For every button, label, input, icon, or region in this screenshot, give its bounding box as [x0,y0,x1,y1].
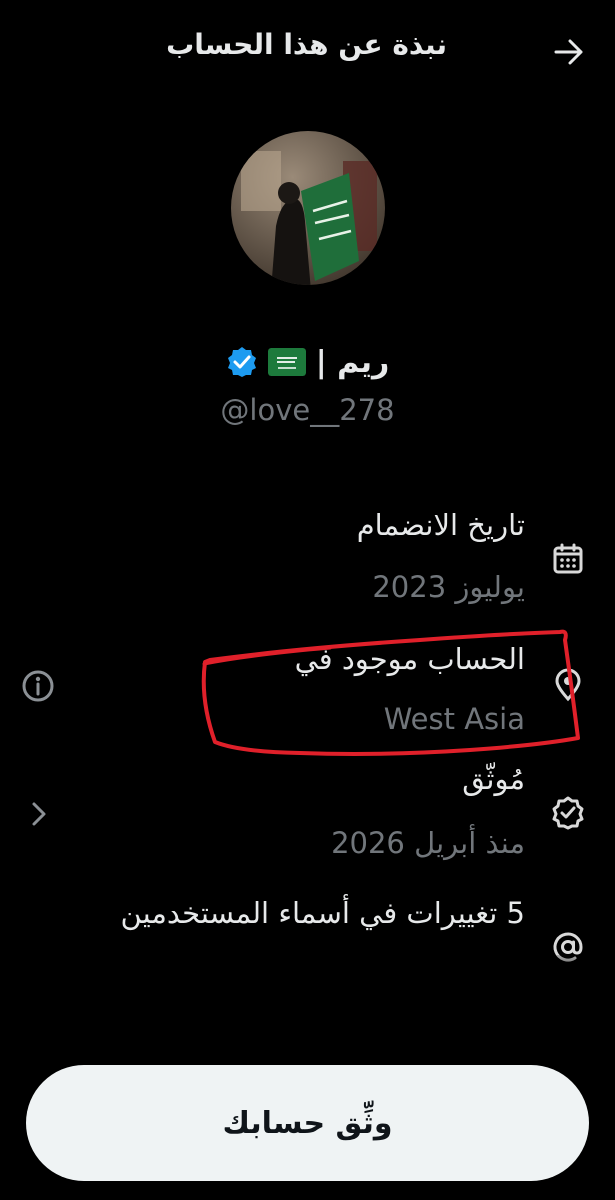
verified-since-value: منذ أبريل 2026 [331,826,525,860]
verified-check-icon [552,796,584,830]
verified-badge-icon [227,347,256,377]
arrow-right-icon [554,39,583,65]
display-name: ريم | [315,344,390,380]
verified-label: مُوثّق [462,762,525,796]
calendar-icon [553,543,583,574]
avatar[interactable] [231,131,385,285]
page-title: نبذة عن هذا الحساب [166,28,447,61]
verified-section[interactable]: مُوثّق منذ أبريل 2026 [0,760,615,880]
verify-account-button[interactable]: وثِّق حسابك [26,1065,589,1181]
scroll-fade [0,955,615,1015]
username-handle: @love__278 [220,393,395,427]
location-pin-icon [555,668,581,702]
profile-name-row: ريم | [0,340,615,384]
saudi-flag-icon [267,348,306,376]
chevron-left-icon[interactable] [20,796,56,832]
account-location-value: West Asia [383,702,525,736]
joined-date-section: تاريخ الانضمام يوليوز 2023 [0,500,615,620]
back-button[interactable] [549,34,589,70]
joined-date-value: يوليوز 2023 [372,570,525,604]
username-changes-label: 5 تغييرات في أسماء المستخدمين [120,896,525,930]
avatar-photo [231,131,385,285]
info-icon[interactable] [20,668,56,704]
account-location-label: الحساب موجود في [294,642,525,676]
account-location-section: الحساب موجود في West Asia [0,630,615,750]
top-bar: نبذة عن هذا الحساب [0,0,615,100]
verify-account-label: وثِّق حسابك [222,1105,393,1141]
joined-date-label: تاريخ الانضمام [356,508,525,542]
